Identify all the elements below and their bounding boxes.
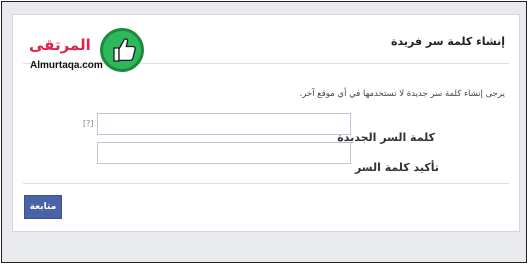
- new-password-label: كلمة السر الجديدة: [337, 131, 435, 144]
- new-password-input[interactable]: [97, 113, 351, 135]
- instruction-text: يرجى إنشاء كلمة سر جديدة لا تستخدمها في …: [299, 89, 505, 99]
- footer-divider: [23, 183, 509, 184]
- screenshot-frame: إنشاء كلمة سر فريدة يرجى إنشاء كلمة سر ج…: [1, 1, 527, 263]
- thumbs-up-icon: [100, 28, 144, 72]
- watermark-logo: المرتقى Almurtaqa.com: [12, 12, 144, 72]
- page-title: إنشاء كلمة سر فريدة: [391, 35, 505, 48]
- confirm-password-label: تأكيد كلمة السر: [354, 161, 439, 174]
- watermark-arabic-text: المرتقى: [29, 36, 91, 54]
- continue-button[interactable]: متابعة: [24, 195, 62, 219]
- confirm-password-input[interactable]: [97, 142, 351, 164]
- watermark-latin-text: Almurtaqa.com: [30, 60, 103, 71]
- help-icon[interactable]: [?]: [83, 119, 94, 128]
